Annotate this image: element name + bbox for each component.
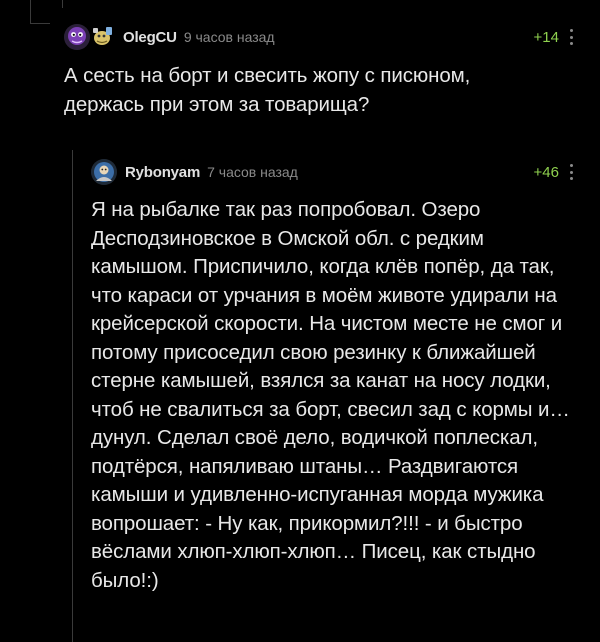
avatar[interactable] xyxy=(64,24,90,50)
comment-1-header: OlegCU 9 часов назад xyxy=(64,24,275,50)
comment-2-rating: +46 xyxy=(534,159,573,185)
comment-1-rating: +14 xyxy=(534,24,573,50)
avatar[interactable] xyxy=(91,159,117,185)
comment-timestamp[interactable]: 9 часов назад xyxy=(184,29,275,45)
avatar-image xyxy=(64,24,90,50)
thread-branch xyxy=(30,23,50,24)
comment-timestamp[interactable]: 7 часов назад xyxy=(207,164,298,180)
comment-author[interactable]: OlegCU xyxy=(123,29,177,46)
avatar-image xyxy=(91,159,117,185)
rating-value: +14 xyxy=(533,28,559,46)
thread-line-top[interactable] xyxy=(62,0,63,8)
comment-2-text: Я на рыбалке так раз попробовал. Озеро Д… xyxy=(91,198,570,592)
more-options-icon[interactable] xyxy=(569,164,573,180)
rating-value: +46 xyxy=(533,163,559,181)
thread-line-reply[interactable] xyxy=(72,150,73,642)
comment-2-header: Rybonyam 7 часов назад xyxy=(91,159,298,185)
comment-author[interactable]: Rybonyam xyxy=(125,164,200,181)
comment-1-text: А сесть на борт и свесить жопу с писюном… xyxy=(64,64,471,116)
thread-line-root[interactable] xyxy=(30,0,31,24)
more-options-icon[interactable] xyxy=(569,29,573,45)
comments-page: OlegCU 9 часов назад +14 А сесть на борт… xyxy=(0,0,600,642)
award-badge-icon xyxy=(91,24,115,50)
